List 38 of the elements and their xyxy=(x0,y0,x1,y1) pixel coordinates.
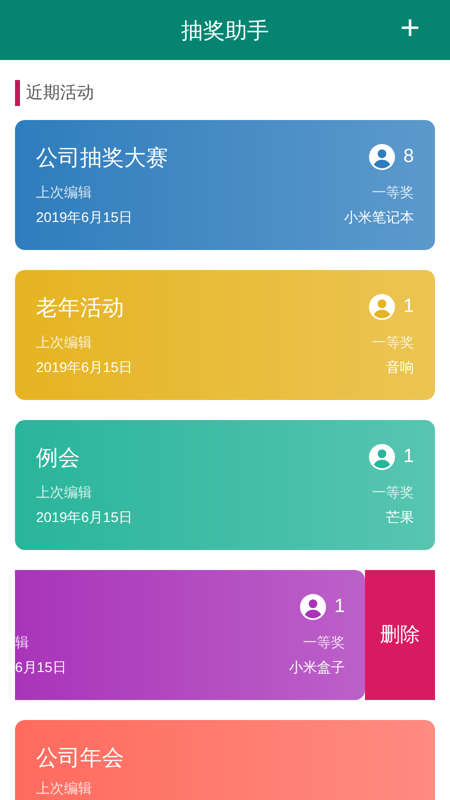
user-icon xyxy=(369,144,396,170)
participant-count: 1 xyxy=(403,444,414,469)
last-edited-label: 上次编辑 xyxy=(36,183,93,202)
prize-name: 音响 xyxy=(386,358,414,377)
activity-card[interactable]: 例会 1 上次编辑 2019年6月15日 一等奖 芒果 xyxy=(15,420,435,550)
app-title: 抽奖助手 xyxy=(181,16,269,44)
prize-level: 一等奖 xyxy=(303,633,345,652)
prize-name: 芒果 xyxy=(386,508,414,527)
last-edited-label: 上次编辑 xyxy=(36,779,92,798)
user-icon xyxy=(300,594,326,620)
user-icon xyxy=(369,444,396,470)
section-accent-bar xyxy=(15,80,20,106)
user-icon xyxy=(369,294,396,320)
last-edited-date: 2019年6月15日 xyxy=(36,358,133,377)
activity-card[interactable]: 公司抽奖大赛 8 上次编辑 2019年6月15日 一等奖 小米笔记本 xyxy=(15,120,435,250)
delete-button[interactable]: 删除 xyxy=(365,570,435,700)
activity-card[interactable]: 1 辑 6月15日 一等奖 小米盒子 xyxy=(15,570,365,700)
last-edited-date: 2019年6月15日 xyxy=(36,508,133,527)
participant-count: 1 xyxy=(403,294,414,319)
last-edited-label: 辑 xyxy=(15,633,30,652)
participant-count: 8 xyxy=(403,144,414,169)
last-edited-label: 上次编辑 xyxy=(36,333,93,352)
prize-name: 小米笔记本 xyxy=(344,208,414,227)
participant-count: 1 xyxy=(334,594,345,619)
section-title: 近期活动 xyxy=(26,82,94,104)
prize-level: 一等奖 xyxy=(372,183,414,202)
prize-level: 一等奖 xyxy=(372,483,414,502)
add-button[interactable]: + xyxy=(400,8,420,48)
activity-title: 老年活动 xyxy=(36,294,124,322)
last-edited-date: 2019年6月15日 xyxy=(36,208,133,227)
activity-title: 公司年会 xyxy=(36,744,124,772)
last-edited-label: 上次编辑 xyxy=(36,483,93,502)
prize-level: 一等奖 xyxy=(372,333,414,352)
activity-title: 公司抽奖大赛 xyxy=(36,144,168,172)
prize-name: 小米盒子 xyxy=(289,658,345,677)
activity-card[interactable]: 公司年会 上次编辑 xyxy=(15,720,435,800)
last-edited-date: 6月15日 xyxy=(15,658,66,677)
activity-title: 例会 xyxy=(36,444,80,472)
